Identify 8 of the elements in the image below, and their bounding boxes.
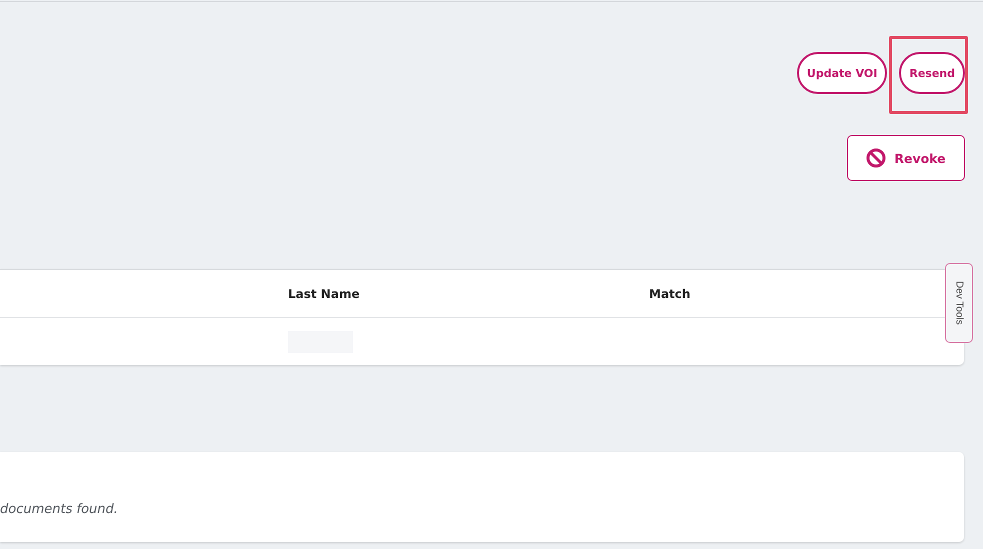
revoke-button[interactable]: Revoke — [847, 135, 965, 181]
action-button[interactable]: Resend — [899, 52, 965, 94]
empty-message: documents found. — [0, 502, 118, 517]
column-header[interactable]: Match — [649, 286, 690, 300]
prohibited-icon — [866, 148, 886, 168]
column-header[interactable]: Last Name — [288, 286, 360, 300]
dev-tools-tab[interactable]: Dev Tools — [945, 263, 973, 343]
action-button[interactable]: Update VOI — [796, 52, 888, 94]
